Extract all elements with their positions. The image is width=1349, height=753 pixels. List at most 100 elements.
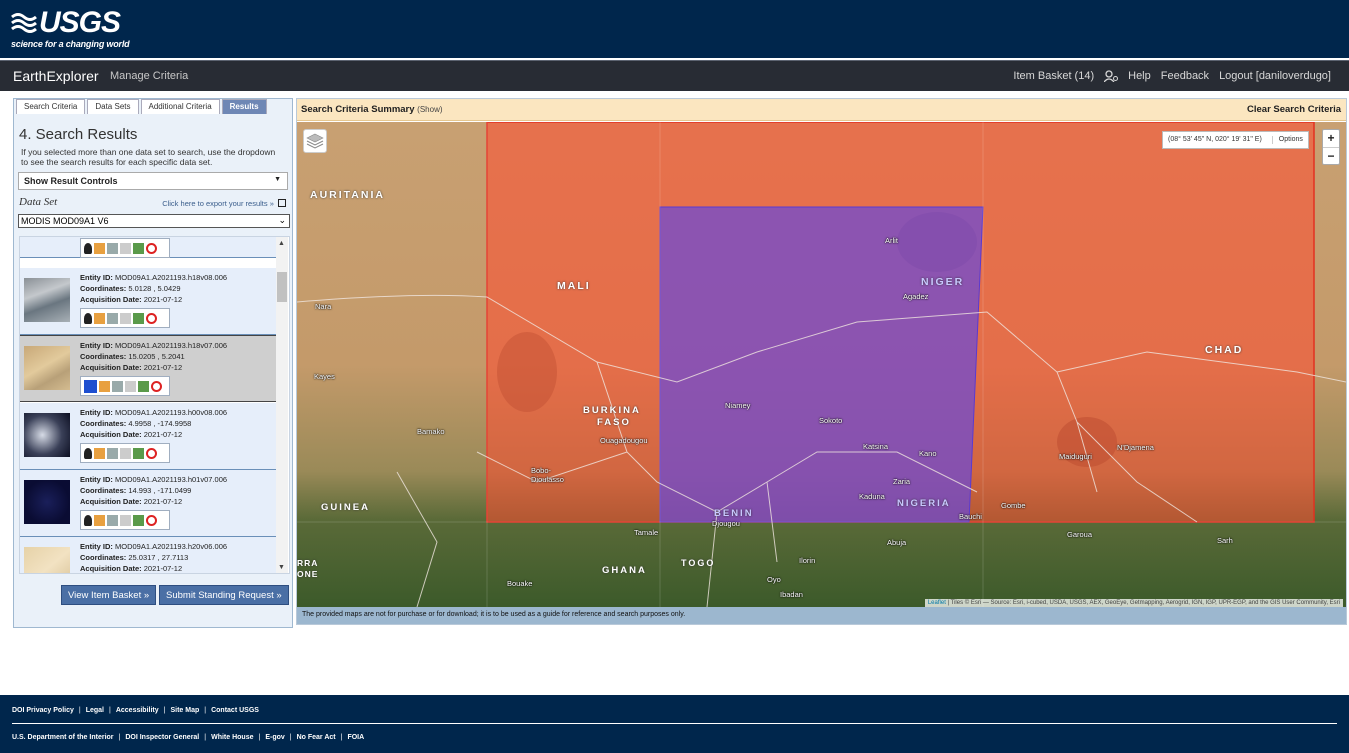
footprint-icon[interactable] [84,447,92,459]
result-thumbnail[interactable] [24,278,70,322]
footprint-icon-active[interactable] [84,379,97,393]
metadata-icon[interactable] [107,447,118,459]
result-info: Entity ID: MOD09A1.A2021193.h18v08.006 C… [80,272,227,305]
download-icon[interactable] [138,380,149,392]
exclude-icon[interactable] [146,514,157,526]
dataset-select[interactable]: MODIS MOD09A1 V6 ⌄ [18,214,290,228]
zoom-in-button[interactable]: + [1323,130,1339,147]
list-item-selected[interactable]: Entity ID: MOD09A1.A2021193.h18v07.006 C… [20,335,276,402]
city-label: Niamey [725,401,751,410]
criteria-summary-title[interactable]: Search Criteria Summary (Show) [301,104,443,115]
footer-link-white-house[interactable]: White House [211,734,253,741]
list-item[interactable]: Entity ID: MOD09A1.A2021193.h20v06.006 C… [20,537,276,573]
footer-link-privacy[interactable]: DOI Privacy Policy [12,707,74,714]
city-label: Zaria [893,477,911,486]
scroll-up-icon[interactable]: ▲ [278,240,285,247]
list-item[interactable] [20,236,276,258]
download-icon[interactable] [133,514,144,526]
exclude-icon[interactable] [151,380,162,392]
result-thumbnail[interactable] [24,236,70,237]
footer-link-egov[interactable]: E-gov [265,734,284,741]
metadata-icon[interactable] [107,242,118,254]
zoom-control: + − [1322,129,1340,165]
submit-standing-request-button[interactable]: Submit Standing Request » [159,585,289,605]
download-icon[interactable] [133,312,144,324]
results-scrollbar[interactable]: ▲ ▼ [276,237,288,573]
item-basket-link[interactable]: Item Basket (14) [1013,70,1094,82]
help-link[interactable]: Help [1128,70,1151,82]
overlay-icon[interactable] [94,514,105,526]
download-icon[interactable] [133,447,144,459]
country-label-mauritania: AURITANIA [310,189,385,201]
footer-link-no-fear-act[interactable]: No Fear Act [297,734,336,741]
compare-icon[interactable] [120,514,131,526]
overlay-icon[interactable] [94,312,105,324]
compare-icon[interactable] [120,312,131,324]
tab-search-criteria[interactable]: Search Criteria [16,99,86,114]
overlay-icon[interactable] [99,380,110,392]
exclude-icon[interactable] [146,447,157,459]
city-label: Ouagadougou [600,436,648,445]
city-label: Bouake [507,579,533,588]
compare-icon[interactable] [125,380,136,392]
export-results-link[interactable]: Click here to export your results » [162,199,286,208]
scroll-down-icon[interactable]: ▼ [278,564,285,571]
leaflet-link[interactable]: Leaflet [928,600,946,606]
dataset-label: Data Set [19,196,58,208]
footer-link-foia[interactable]: FOIA [347,734,364,741]
compare-icon[interactable] [120,447,131,459]
results-list[interactable]: Entity ID: MOD09A1.A2021193.h18v08.006 C… [19,236,290,574]
result-thumbnail[interactable] [24,480,70,524]
tab-additional-criteria[interactable]: Additional Criteria [140,99,220,114]
logout-link[interactable]: Logout [daniloverdugo] [1219,70,1331,82]
footer-link-legal[interactable]: Legal [86,707,104,714]
acquisition-date: 2021-07-12 [143,430,183,439]
coordinate-options-button[interactable]: Options [1271,136,1303,144]
footprint-icon[interactable] [84,514,92,526]
clear-search-criteria-link[interactable]: Clear Search Criteria [1247,104,1341,115]
tab-results[interactable]: Results [221,99,267,114]
metadata-icon[interactable] [107,514,118,526]
exclude-icon[interactable] [146,312,157,324]
show-result-controls-toggle[interactable]: Show Result Controls ▼ [18,172,288,190]
download-icon[interactable] [133,242,144,254]
coordinates: 25.0317 , 27.7113 [128,553,189,562]
usgs-logo[interactable]: USGS science for a changing world [11,8,130,50]
acquisition-date: 2021-07-12 [143,497,183,506]
list-item[interactable]: Entity ID: MOD09A1.A2021193.h00v08.006 C… [20,403,276,470]
scrollbar-thumb[interactable] [277,272,287,302]
criteria-show-link[interactable]: (Show) [417,105,442,114]
zoom-out-button[interactable]: − [1323,147,1339,164]
footprint-icon[interactable] [84,242,92,254]
list-item[interactable]: Entity ID: MOD09A1.A2021193.h01v07.006 C… [20,470,276,537]
metadata-icon[interactable] [112,380,123,392]
tab-data-sets[interactable]: Data Sets [87,99,139,114]
footer-link-inspector-general[interactable]: DOI Inspector General [125,734,199,741]
footer-link-site-map[interactable]: Site Map [170,707,199,714]
country-label-guinea: GUINEA [321,502,370,513]
result-thumbnail[interactable] [24,346,70,390]
manage-criteria-link[interactable]: Manage Criteria [110,70,188,82]
view-item-basket-button[interactable]: View Item Basket » [61,585,157,605]
chevron-down-icon: ⌄ [278,215,286,225]
map-canvas[interactable]: AURITANIA MALI NIGER CHAD BURKINA FASO G… [297,122,1346,607]
result-thumbnail[interactable] [24,413,70,457]
metadata-icon[interactable] [107,312,118,324]
layers-control-button[interactable] [303,129,327,153]
footer-link-doi[interactable]: U.S. Department of the Interior [12,734,114,741]
footprint-icon[interactable] [84,312,92,324]
feedback-link[interactable]: Feedback [1161,70,1209,82]
city-label: Garoua [1067,530,1093,539]
compare-icon[interactable] [120,242,131,254]
overlay-icon[interactable] [94,447,105,459]
result-actions [80,510,170,530]
list-item[interactable]: Entity ID: MOD09A1.A2021193.h18v08.006 C… [20,268,276,335]
coordinates-label: Coordinates: [80,553,127,562]
result-thumbnail[interactable] [24,547,70,573]
user-settings-icon[interactable] [1104,70,1119,82]
footer-link-accessibility[interactable]: Accessibility [116,707,159,714]
exclude-icon[interactable] [146,242,157,254]
footer-link-contact[interactable]: Contact USGS [211,707,259,714]
app-brand[interactable]: EarthExplorer [13,68,99,84]
overlay-icon[interactable] [94,242,105,254]
